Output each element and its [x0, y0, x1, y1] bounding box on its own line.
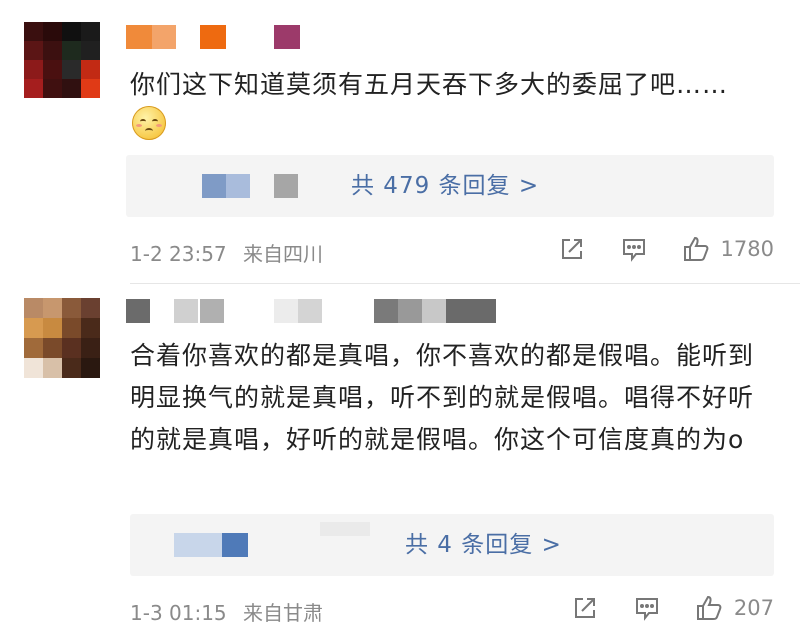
- comment-item: 合着你喜欢的都是真唱，你不喜欢的都是假唱。能听到明显换气的就是真唱，听不到的就是…: [0, 283, 800, 638]
- comment-actions: 207: [570, 593, 774, 623]
- comment-date: 1-2 23:57: [130, 242, 227, 266]
- share-icon[interactable]: [570, 593, 600, 623]
- comment-icon[interactable]: [619, 234, 649, 264]
- avatar[interactable]: [24, 22, 100, 98]
- comment-text: 你们这下知道莫须有五月天吞下多大的委屈了吧……: [130, 70, 729, 99]
- comment-meta: 1-2 23:57 来自四川: [130, 238, 323, 267]
- comment-location: 来自甘肃: [243, 601, 324, 625]
- replies-preview[interactable]: 共 479 条回复 >: [126, 155, 774, 217]
- comment-icon[interactable]: [632, 593, 662, 623]
- comment-actions: 1780: [557, 234, 774, 264]
- view-replies-link[interactable]: 共 4 条回复 >: [405, 514, 562, 576]
- comment-meta: 1-3 01:15 来自甘肃: [130, 597, 323, 626]
- like-count: 207: [733, 596, 774, 620]
- like-icon[interactable]: [694, 593, 724, 623]
- comment-date: 1-3 01:15: [130, 601, 227, 625]
- like-count: 1780: [720, 237, 774, 261]
- comment-text: 合着你喜欢的都是真唱，你不喜欢的都是假唱。能听到明显换气的就是真唱，听不到的就是…: [130, 341, 755, 454]
- avatar[interactable]: [24, 298, 100, 378]
- share-icon[interactable]: [557, 234, 587, 264]
- view-replies-link[interactable]: 共 479 条回复 >: [351, 155, 539, 217]
- like-icon[interactable]: [681, 234, 711, 264]
- comment-location: 来自四川: [243, 242, 324, 266]
- replies-preview[interactable]: 共 4 条回复 >: [130, 514, 774, 576]
- sad-blush-face-icon: [132, 106, 166, 140]
- comment-item: 你们这下知道莫须有五月天吞下多大的委屈了吧…… 共 479 条回复 > 1-2 …: [0, 0, 800, 283]
